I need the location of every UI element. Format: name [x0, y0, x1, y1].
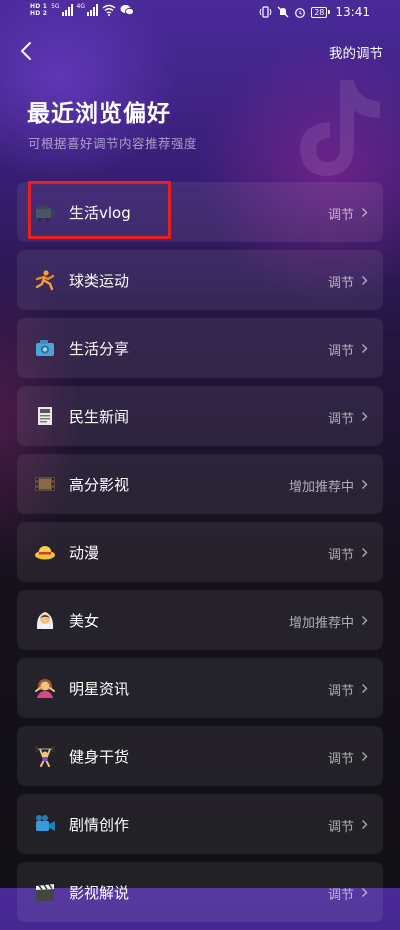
chevron-right-icon	[362, 752, 368, 761]
hat-icon	[35, 546, 55, 560]
item-label: 健身干货	[69, 748, 130, 766]
wifi-icon	[102, 4, 116, 16]
item-label: 生活vlog	[69, 204, 131, 222]
wechat-icon	[120, 5, 134, 16]
chevron-right-icon	[362, 684, 368, 693]
sim2-label: HD 2	[30, 10, 48, 17]
item-label: 明星资讯	[69, 680, 130, 698]
item-label: 生活分享	[69, 340, 130, 358]
chevron-right-icon	[362, 412, 368, 421]
film-icon	[35, 477, 55, 491]
star-person-icon	[35, 679, 55, 698]
newspaper-icon	[38, 407, 52, 425]
list-item[interactable]: 民生新闻 调节	[17, 386, 383, 446]
chevron-right-icon	[362, 344, 368, 353]
battery-level: 28	[311, 6, 328, 18]
item-label: 美女	[69, 612, 100, 630]
share-icon	[36, 340, 54, 356]
list-item[interactable]: 高分影视 增加推荐中	[17, 454, 383, 514]
back-button[interactable]	[14, 38, 38, 64]
page-subtitle: 可根据喜好调节内容推荐强度	[28, 136, 198, 151]
item-action[interactable]: 调节	[328, 544, 354, 563]
item-label: 高分影视	[69, 476, 130, 494]
sim-indicator: HD 1 HD 2	[30, 3, 47, 17]
item-label: 影视解说	[69, 884, 130, 902]
item-label: 动漫	[69, 544, 100, 562]
signal-icon	[87, 4, 99, 16]
bride-icon	[36, 612, 54, 629]
vibrate-icon	[259, 6, 272, 18]
chevron-right-icon	[362, 548, 368, 557]
item-action[interactable]: 调节	[328, 408, 354, 427]
list-item[interactable]: 生活分享 调节	[17, 318, 383, 378]
item-action[interactable]: 调节	[328, 816, 354, 835]
list-item[interactable]: 健身干货 调节	[17, 726, 383, 786]
sim1-label: HD 1	[30, 3, 48, 10]
network-type-2: 4G	[76, 2, 86, 10]
list-item[interactable]: 明星资讯 调节	[17, 658, 383, 718]
signal-icon	[61, 4, 73, 16]
chevron-right-icon	[362, 820, 368, 829]
weightlifter-icon	[35, 746, 55, 767]
list-item[interactable]: 美女 增加推荐中	[17, 590, 383, 650]
item-label: 剧情创作	[69, 816, 130, 834]
chevron-right-icon	[362, 276, 368, 285]
item-action[interactable]: 调节	[328, 204, 354, 223]
chevron-left-icon	[21, 42, 31, 60]
item-action[interactable]: 调节	[328, 884, 354, 903]
chevron-right-icon	[362, 208, 368, 217]
item-label: 民生新闻	[69, 408, 130, 426]
item-label: 球类运动	[69, 272, 130, 290]
chevron-right-icon	[362, 616, 368, 625]
sports-icon	[35, 270, 55, 291]
alarm-icon	[295, 8, 306, 18]
list-item[interactable]: 球类运动 调节	[17, 250, 383, 310]
status-bar: HD 1 HD 2 5G 4G 28 13:41	[0, 0, 400, 28]
chevron-right-icon	[362, 480, 368, 489]
item-action[interactable]: 调节	[328, 748, 354, 767]
clock: 13:41	[335, 5, 370, 19]
page-title: 最近浏览偏好	[27, 101, 171, 127]
douyin-logo-watermark	[300, 80, 380, 176]
mute-bell-icon	[277, 6, 289, 18]
preference-list: 生活vlog 调节 球类运动 调节 生活分享 调节 民生新闻 调节 高分影视 增…	[17, 182, 383, 930]
camera-icon	[36, 205, 55, 222]
chevron-right-icon	[362, 888, 368, 897]
list-item[interactable]: 动漫 调节	[17, 522, 383, 582]
item-action[interactable]: 增加推荐中	[289, 476, 354, 495]
item-action[interactable]: 增加推荐中	[289, 612, 354, 631]
list-item[interactable]: 剧情创作 调节	[17, 794, 383, 854]
my-adjustments-link[interactable]: 我的调节	[329, 42, 383, 62]
list-item[interactable]: 影视解说 调节	[17, 862, 383, 922]
clapper-icon	[36, 884, 54, 901]
list-item[interactable]: 生活vlog 调节	[17, 182, 383, 242]
video-camera-icon	[36, 815, 55, 831]
item-action[interactable]: 调节	[328, 340, 354, 359]
nav-bar: 我的调节	[0, 36, 400, 66]
battery-icon: 28	[311, 6, 331, 18]
network-type-1: 5G	[51, 2, 60, 10]
item-action[interactable]: 调节	[328, 272, 354, 291]
item-action[interactable]: 调节	[328, 680, 354, 699]
